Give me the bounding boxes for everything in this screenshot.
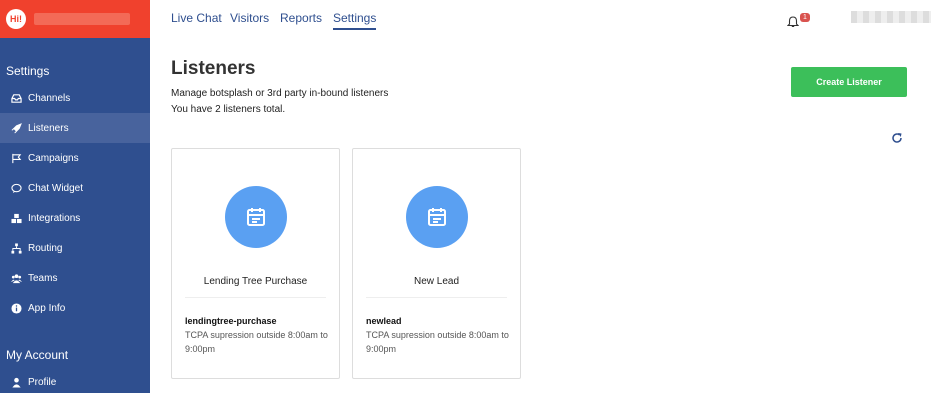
user-menu-redacted[interactable]: [851, 11, 931, 23]
sidebar-item-campaigns[interactable]: Campaigns: [0, 143, 150, 173]
bell-icon[interactable]: [786, 15, 800, 28]
my-account-section-title: My Account: [6, 348, 69, 362]
card-title: Lending Tree Purchase: [203, 276, 308, 287]
flag-icon: [11, 153, 22, 164]
sidebar: Hi! Settings Channels Listeners Campaign…: [0, 0, 150, 393]
info-icon: [11, 302, 22, 314]
brand-bar: Hi!: [0, 0, 150, 38]
card-divider: [185, 297, 326, 298]
tab-live-chat[interactable]: Live Chat: [171, 11, 222, 25]
refresh-icon[interactable]: [891, 131, 903, 143]
sidebar-item-label: Listeners: [28, 122, 69, 134]
sidebar-item-listeners[interactable]: Listeners: [0, 113, 150, 143]
users-icon: [11, 273, 22, 284]
brand-name-redacted: [34, 13, 130, 25]
tab-visitors[interactable]: Visitors: [230, 11, 269, 25]
notification-badge: 1: [800, 13, 810, 22]
sidebar-item-profile[interactable]: Profile: [0, 367, 150, 393]
page-title: Listeners: [171, 58, 256, 79]
inbox-icon: [11, 93, 22, 104]
rocket-icon: [11, 122, 22, 134]
top-nav: Live Chat Visitors Reports Settings 1: [150, 0, 934, 38]
card-title: New Lead: [413, 276, 460, 287]
chat-icon: [11, 183, 22, 194]
sidebar-item-app-info[interactable]: App Info: [0, 293, 150, 323]
settings-section-title: Settings: [6, 64, 50, 78]
card-key: lendingtree-purchase: [185, 316, 277, 326]
cubes-icon: [11, 213, 22, 224]
sidebar-item-label: Channels: [28, 92, 71, 104]
sidebar-item-integrations[interactable]: Integrations: [0, 203, 150, 233]
brand-logo[interactable]: Hi!: [6, 9, 26, 29]
sidebar-item-channels[interactable]: Channels: [0, 83, 150, 113]
sitemap-icon: [11, 242, 22, 254]
sidebar-item-teams[interactable]: Teams: [0, 263, 150, 293]
sidebar-item-chat-widget[interactable]: Chat Widget: [0, 173, 150, 203]
listener-count-text: You have 2 listeners total.: [171, 104, 286, 115]
listener-card[interactable]: Lending Tree Purchase lendingtree-purcha…: [171, 148, 340, 379]
card-divider: [366, 297, 507, 298]
sidebar-item-label: Chat Widget: [28, 182, 84, 194]
card-description: TCPA supression outside 8:00am to 9:00pm: [185, 330, 328, 354]
sidebar-item-label: Profile: [28, 376, 57, 388]
sidebar-item-label: Integrations: [28, 212, 81, 224]
sidebar-item-label: Routing: [28, 242, 63, 254]
listener-card[interactable]: New Lead newlead TCPA supression outside…: [352, 148, 521, 379]
card-key: newlead: [366, 316, 402, 326]
calendar-icon: [406, 186, 468, 248]
page-subtitle: Manage botsplash or 3rd party in-bound l…: [171, 88, 389, 99]
sidebar-item-label: Teams: [28, 272, 58, 284]
tab-settings[interactable]: Settings: [333, 11, 377, 30]
sidebar-item-routing[interactable]: Routing: [0, 233, 150, 263]
tab-reports[interactable]: Reports: [280, 11, 322, 25]
card-description: TCPA supression outside 8:00am to 9:00pm: [366, 330, 509, 354]
main-content: Listeners Manage botsplash or 3rd party …: [150, 38, 934, 393]
sidebar-item-label: App Info: [28, 302, 66, 314]
sidebar-item-label: Campaigns: [28, 152, 79, 164]
calendar-icon: [225, 186, 287, 248]
user-icon: [11, 377, 22, 388]
create-listener-button[interactable]: Create Listener: [791, 67, 907, 97]
